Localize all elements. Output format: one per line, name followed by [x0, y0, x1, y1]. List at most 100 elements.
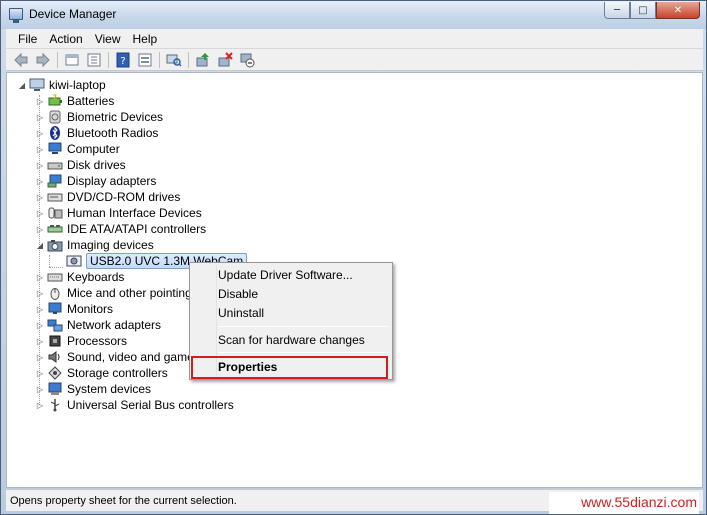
battery-icon	[47, 94, 63, 108]
menu-disable[interactable]: Disable	[218, 284, 258, 303]
biometric-icon	[47, 110, 63, 124]
expand-arrow-icon[interactable]: ▷	[35, 129, 45, 138]
expand-arrow-icon[interactable]: ▷	[35, 353, 45, 362]
uninstall-icon	[218, 51, 233, 66]
minimize-button[interactable]: ─	[604, 2, 630, 19]
up-button[interactable]	[61, 51, 83, 69]
menu-view[interactable]: View	[89, 32, 127, 46]
tree-node-disk-drives[interactable]: ▷ Disk drives	[35, 157, 126, 173]
tree-node-label: System devices	[67, 382, 152, 396]
toolbar: ?	[6, 49, 703, 71]
expand-arrow-icon[interactable]: ▷	[35, 209, 45, 218]
properties-icon	[138, 53, 152, 66]
tree-node-label: Monitors	[67, 302, 114, 316]
device-manager-icon	[9, 8, 23, 23]
tree-node-monitors[interactable]: ▷ Monitors	[35, 301, 113, 317]
disk-drive-icon	[47, 158, 63, 172]
tree-connector	[49, 267, 63, 268]
maximize-button[interactable]: □	[630, 2, 656, 19]
expand-arrow-icon[interactable]: ▷	[35, 225, 45, 234]
tree-node-mice[interactable]: ▷ Mice and other pointing d	[35, 285, 202, 301]
expand-arrow-icon[interactable]: ▷	[35, 161, 45, 170]
disable-button[interactable]	[236, 51, 258, 69]
tree-node-biometric[interactable]: ▷ Biometric Devices	[35, 109, 163, 125]
tree-node-network[interactable]: ▷ Network adapters	[35, 317, 161, 333]
uninstall-button[interactable]	[214, 51, 236, 69]
caption-buttons: ─ □ ✕	[604, 2, 700, 19]
tree-node-label: Mice and other pointing d	[67, 286, 202, 300]
tree-node-bluetooth[interactable]: ▷ Bluetooth Radios	[35, 125, 158, 141]
menu-separator	[218, 326, 389, 327]
tree-node-sound[interactable]: ▷ Sound, video and game c	[35, 349, 203, 365]
expand-arrow-icon[interactable]: ▷	[35, 177, 45, 186]
expand-arrow-icon[interactable]: ▷	[35, 145, 45, 154]
menu-update-driver[interactable]: Update Driver Software...	[218, 265, 353, 284]
tree-node-storage[interactable]: ▷ Storage controllers	[35, 365, 168, 381]
camera-icon	[47, 238, 63, 252]
forward-icon	[36, 52, 50, 67]
tree-node-dvd[interactable]: ▷ DVD/CD-ROM drives	[35, 189, 180, 205]
usb-icon	[47, 398, 63, 412]
menu-action[interactable]: Action	[43, 32, 88, 46]
storage-icon	[47, 366, 63, 380]
menu-file[interactable]: File	[12, 32, 43, 46]
display-adapter-icon	[47, 174, 63, 188]
toolbar-separator	[108, 51, 109, 68]
help-button[interactable]: ?	[112, 51, 134, 69]
dvd-drive-icon	[47, 190, 63, 204]
scan-hardware-button[interactable]	[163, 51, 185, 69]
menu-scan-hardware[interactable]: Scan for hardware changes	[218, 330, 365, 349]
back-button[interactable]	[10, 51, 32, 69]
expand-arrow-icon[interactable]: ▷	[35, 305, 45, 314]
properties-highlight-box	[191, 356, 388, 379]
tree-node-hid[interactable]: ▷ Human Interface Devices	[35, 205, 202, 221]
tree-node-processors[interactable]: ▷ Processors	[35, 333, 127, 349]
tree-node-usb[interactable]: ▷ Universal Serial Bus controllers	[35, 397, 234, 413]
help-icon: ?	[116, 52, 130, 67]
collapse-arrow-icon[interactable]: ◢	[17, 81, 27, 90]
properties-button[interactable]	[134, 51, 156, 69]
tree-node-display-adapters[interactable]: ▷ Display adapters	[35, 173, 156, 189]
expand-arrow-icon[interactable]: ▷	[35, 385, 45, 394]
show-hide-tree-button[interactable]	[83, 51, 105, 69]
tree-node-batteries[interactable]: ▷ Batteries	[35, 93, 114, 109]
expand-arrow-icon[interactable]: ▷	[35, 97, 45, 106]
tree-node-label: Sound, video and game c	[67, 350, 204, 364]
tree-node-imaging[interactable]: ◢ Imaging devices	[35, 237, 154, 253]
tree-node-label: Universal Serial Bus controllers	[67, 398, 234, 412]
title-bar[interactable]: Device Manager ─ □ ✕	[1, 1, 706, 29]
tree-node-label: Keyboards	[67, 270, 125, 284]
watermark: www.55dianzi.com	[549, 492, 699, 514]
window-title: Device Manager	[29, 7, 117, 21]
tree-node-label: Disk drives	[67, 158, 126, 172]
close-button[interactable]: ✕	[656, 2, 700, 19]
menu-help[interactable]: Help	[127, 32, 164, 46]
webcam-icon	[66, 254, 82, 268]
collapse-arrow-icon[interactable]: ◢	[35, 241, 45, 250]
expand-arrow-icon[interactable]: ▷	[35, 369, 45, 378]
tree-node-computer[interactable]: ▷ Computer	[35, 141, 120, 157]
expand-arrow-icon[interactable]: ▷	[35, 193, 45, 202]
disable-icon	[240, 53, 255, 67]
show-hide-tree-icon	[87, 53, 101, 66]
expand-arrow-icon[interactable]: ▷	[35, 337, 45, 346]
tree-node-system[interactable]: ▷ System devices	[35, 381, 151, 397]
tree-node-ide[interactable]: ▷ IDE ATA/ATAPI controllers	[35, 221, 206, 237]
tree-node-label: Biometric Devices	[67, 110, 164, 124]
network-icon	[47, 318, 63, 332]
tree-node-keyboards[interactable]: ▷ Keyboards	[35, 269, 124, 285]
expand-arrow-icon[interactable]: ▷	[35, 321, 45, 330]
expand-arrow-icon[interactable]: ▷	[35, 273, 45, 282]
toolbar-separator	[188, 51, 189, 68]
expand-arrow-icon[interactable]: ▷	[35, 401, 45, 410]
expand-arrow-icon[interactable]: ▷	[35, 289, 45, 298]
menu-bar: File Action View Help	[6, 29, 703, 49]
tree-connector	[49, 255, 50, 267]
expand-arrow-icon[interactable]: ▷	[35, 113, 45, 122]
menu-uninstall[interactable]: Uninstall	[218, 303, 264, 322]
update-driver-button[interactable]	[192, 51, 214, 69]
forward-button[interactable]	[32, 51, 54, 69]
status-text: Opens property sheet for the current sel…	[10, 494, 237, 507]
tree-root[interactable]: ◢ kiwi-laptop	[17, 77, 106, 93]
svg-text:?: ?	[120, 56, 125, 67]
